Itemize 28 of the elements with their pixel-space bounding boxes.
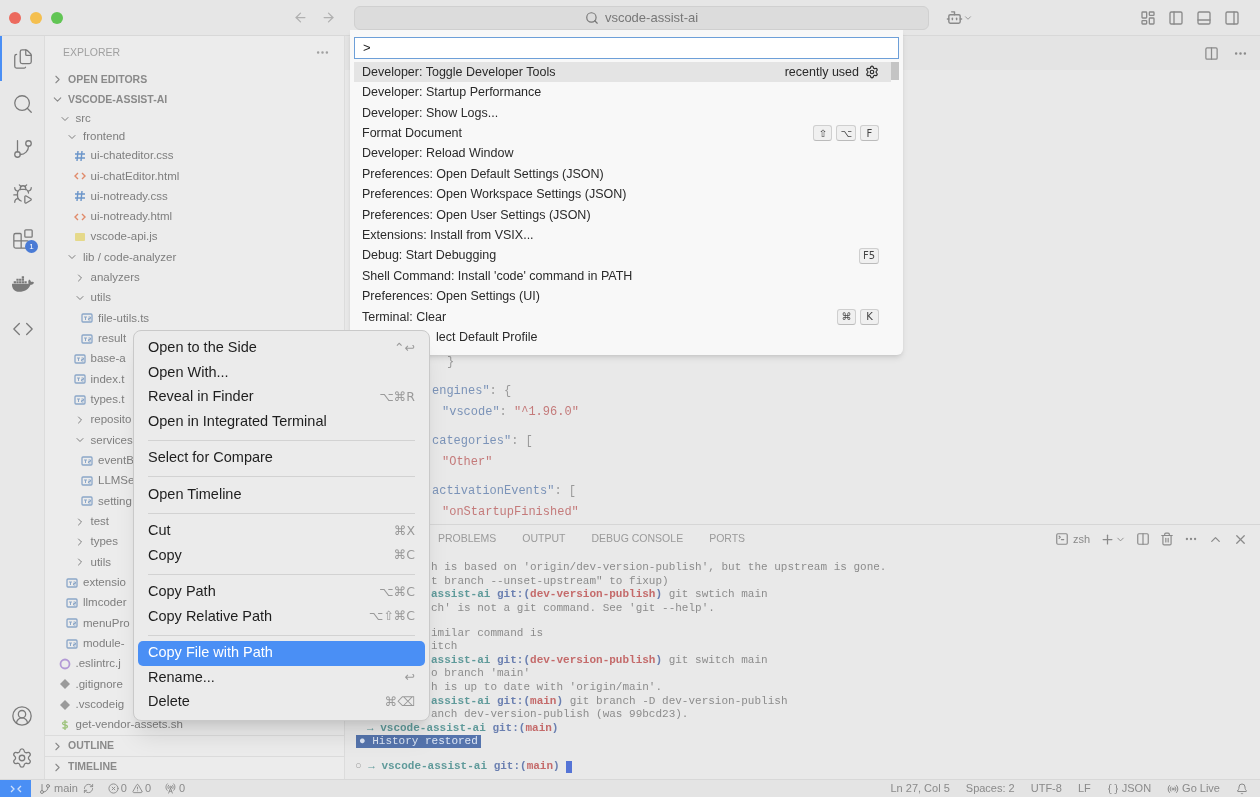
terminal-line: assist-ai git:(dev-version-publish) git switch main [431, 653, 768, 667]
terminal-line: h is up to date with 'origin/main'. [431, 681, 663, 695]
code-line: } [447, 353, 455, 371]
code-line: activationEvents": [ [432, 483, 577, 501]
key-cap: ⌥ [836, 125, 856, 142]
count-badge: 1 [25, 240, 38, 253]
terminal-line: ○ → vscode-assist-ai git:(main) [355, 760, 561, 773]
terminal-line: anch dev-version-publish (was 99bcd23). [431, 708, 689, 722]
terminal-line: → vscode-assist-ai git:(main) [367, 721, 559, 735]
terminal-line: h is based on 'origin/dev-version-publish', but the upstream is gone. [431, 561, 887, 575]
key-cap: K [860, 308, 879, 325]
terminal-line: o branch 'main' [431, 667, 531, 681]
key-cap: F5 [858, 247, 879, 264]
key-cap: F [860, 125, 879, 142]
code-line: engines": { [432, 383, 512, 401]
terminal-line: ch' is not a git command. See 'git --help'. [431, 602, 715, 616]
key-cap: ⌘ [837, 308, 856, 325]
terminal-line: imilar command is [431, 626, 544, 640]
sidebar-title: EXPLORER [63, 45, 121, 61]
code-line: "onStartupFinished" [442, 503, 579, 521]
terminal-line: t branch --unset-upstream" to fixup) [431, 574, 669, 588]
terminal-line: assist-ai git:(dev-version-publish) git swtich main [431, 588, 768, 602]
code-line: "vscode": "^1.96.0" [442, 403, 579, 421]
key-cap: ⇧ [813, 125, 833, 142]
terminal-line: assist-ai git:(main) git branch -D dev-version-publish [431, 694, 788, 708]
terminal-line: itch [431, 640, 458, 654]
code-line: "Other" [442, 453, 493, 471]
code-line: categories": [ [432, 433, 533, 451]
